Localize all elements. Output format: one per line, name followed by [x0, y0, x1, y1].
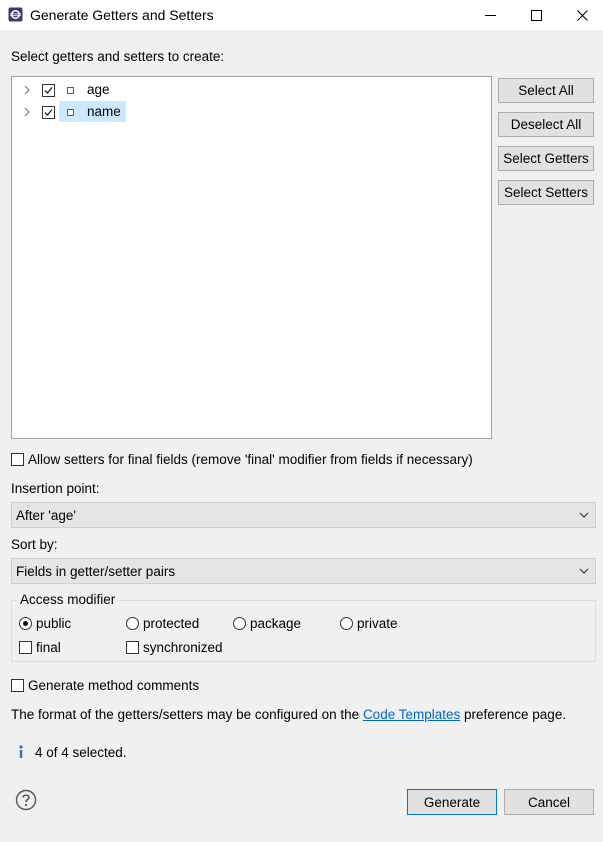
- private-field-icon: [67, 109, 74, 116]
- minimize-button[interactable]: [467, 0, 513, 30]
- tree-item-label: name: [87, 104, 121, 119]
- insertion-point-select[interactable]: After 'age': [11, 502, 596, 528]
- maximize-icon: [530, 9, 542, 21]
- chevron-right-icon[interactable]: [22, 84, 32, 96]
- sort-by-select[interactable]: Fields in getter/setter pairs: [11, 558, 596, 584]
- final-checkbox[interactable]: [19, 641, 32, 654]
- radio-package-label[interactable]: package: [250, 616, 301, 631]
- radio-private-label[interactable]: private: [357, 616, 398, 631]
- info-text-after: preference page.: [460, 707, 567, 722]
- info-icon: [17, 744, 25, 760]
- access-modifier-group: [11, 600, 596, 662]
- maximize-button[interactable]: [513, 0, 559, 30]
- chevron-down-icon: [579, 568, 589, 574]
- close-button[interactable]: [559, 0, 603, 30]
- cancel-button[interactable]: Cancel: [504, 789, 594, 815]
- tree-item-label: age: [87, 82, 110, 97]
- select-getters-button[interactable]: Select Getters: [498, 146, 594, 171]
- access-modifier-title: Access modifier: [17, 592, 119, 607]
- radio-public-label[interactable]: public: [36, 616, 71, 631]
- select-setters-button[interactable]: Select Setters: [498, 180, 594, 205]
- checkbox-age[interactable]: [42, 84, 55, 97]
- window-title: Generate Getters and Setters: [30, 7, 214, 23]
- radio-selected-dot: [23, 621, 28, 626]
- code-templates-info: The format of the getters/setters may be…: [11, 707, 566, 722]
- generate-comments-checkbox[interactable]: [11, 679, 24, 692]
- final-label[interactable]: final: [36, 640, 61, 655]
- help-icon: [15, 789, 37, 811]
- help-button[interactable]: [15, 789, 37, 811]
- code-templates-link[interactable]: Code Templates: [363, 707, 460, 722]
- checkbox-name[interactable]: [42, 106, 55, 119]
- radio-public[interactable]: [19, 617, 32, 630]
- selection-status: 4 of 4 selected.: [35, 745, 127, 760]
- radio-protected[interactable]: [126, 617, 139, 630]
- generate-comments-label[interactable]: Generate method comments: [28, 678, 199, 693]
- allow-setters-final-checkbox[interactable]: [11, 453, 24, 466]
- allow-setters-final-label: Allow setters for final fields (remove '…: [28, 452, 473, 467]
- deselect-all-button[interactable]: Deselect All: [498, 112, 594, 137]
- generate-button[interactable]: Generate: [407, 789, 497, 815]
- insertion-point-label: Insertion point:: [11, 481, 100, 496]
- synchronized-label[interactable]: synchronized: [143, 640, 223, 655]
- minimize-icon: [484, 14, 496, 16]
- sort-by-value: Fields in getter/setter pairs: [16, 564, 176, 579]
- title-bar: Generate Getters and Setters: [0, 0, 603, 30]
- eclipse-app-icon: [8, 7, 23, 22]
- tree-item-age[interactable]: age: [12, 79, 482, 101]
- tree-label: Select getters and setters to create:: [11, 49, 225, 64]
- radio-private[interactable]: [340, 617, 353, 630]
- chevron-down-icon: [579, 512, 589, 518]
- chevron-right-icon[interactable]: [22, 106, 32, 118]
- close-icon: [576, 9, 588, 21]
- sort-by-label: Sort by:: [11, 537, 58, 552]
- radio-package[interactable]: [233, 617, 246, 630]
- insertion-point-value: After 'age': [16, 508, 76, 523]
- select-all-button[interactable]: Select All: [498, 78, 594, 103]
- private-field-icon: [67, 87, 74, 94]
- tree-item-name[interactable]: name: [12, 101, 482, 123]
- info-text-before: The format of the getters/setters may be…: [11, 707, 363, 722]
- radio-protected-label[interactable]: protected: [143, 616, 199, 631]
- synchronized-checkbox[interactable]: [126, 641, 139, 654]
- fields-tree[interactable]: age name: [11, 76, 492, 439]
